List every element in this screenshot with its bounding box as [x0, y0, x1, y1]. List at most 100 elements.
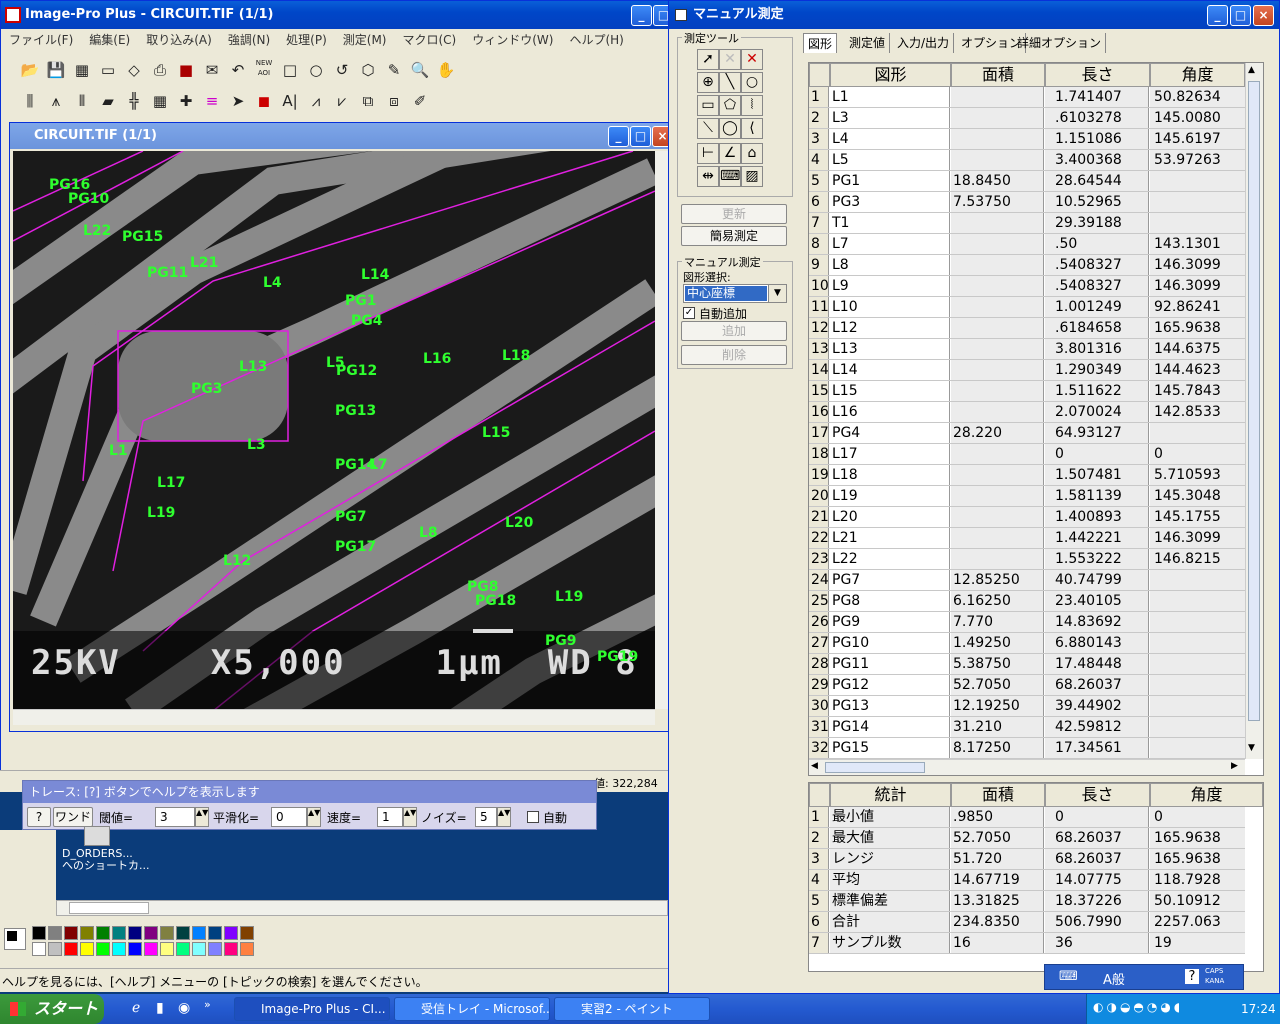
table-row[interactable]: 10 L9 .5408327 146.3099	[809, 276, 1245, 297]
start-button[interactable]: スタート	[0, 994, 104, 1024]
bitmap-icon[interactable]: ⫴	[70, 89, 94, 113]
label-pg19[interactable]: PG19	[597, 649, 638, 665]
label-l7[interactable]: L7	[369, 457, 388, 473]
trace-title[interactable]: トレース: [?] ボタンでヘルプを表示します	[23, 781, 596, 803]
main-title-bar[interactable]: Image-Pro Plus - CIRCUIT.TIF (1/1)	[1, 1, 669, 29]
palette-swatch[interactable]	[32, 942, 46, 956]
macro-icon[interactable]: ⧈	[382, 89, 406, 113]
statistics-table[interactable]: 統計 面積 長さ 角度 1 最小値 .9850 0 0 2 最大値 52.7050 68.260…	[808, 782, 1264, 972]
table-row[interactable]: 20 L19 1.581139 145.3048	[809, 486, 1245, 507]
image-vscroll[interactable]	[655, 151, 668, 709]
tab-measurements[interactable]: 測定値	[845, 33, 891, 53]
table-row[interactable]: 30 PG13 12.19250 39.44902	[809, 696, 1245, 717]
current-colors[interactable]	[4, 928, 26, 950]
label-l21[interactable]: L21	[190, 255, 218, 271]
table-row[interactable]: 16 L16 2.070024 142.8533	[809, 402, 1245, 423]
label-pg15[interactable]: PG15	[122, 229, 163, 245]
copy-icon[interactable]: ⧉	[356, 89, 380, 113]
table-row[interactable]: 32 PG15 8.17250 17.34561	[809, 738, 1245, 759]
add-button[interactable]: 追加	[681, 321, 787, 341]
histogram-icon[interactable]: ⫼	[18, 89, 42, 113]
table-row[interactable]: 4 L5 3.400368 53.97263	[809, 150, 1245, 171]
diagonal-tool[interactable]: ⟍	[697, 118, 719, 139]
mail-icon[interactable]: ✉	[200, 58, 224, 82]
select-arrow-tool[interactable]: ➚	[697, 49, 719, 70]
hatch-tool[interactable]: ▨	[741, 166, 763, 187]
delete-x-tool[interactable]: ✕	[741, 49, 763, 70]
manual-maximize-button[interactable]: □	[1230, 5, 1251, 26]
menu-macro[interactable]: マクロ(C)	[394, 30, 464, 50]
auto-add-checkbox[interactable]: ✓	[683, 307, 695, 319]
rectangle-icon[interactable]: □	[278, 58, 302, 82]
table-row[interactable]: 21 L20 1.400893 145.1755	[809, 507, 1245, 528]
table-row[interactable]: 23 L22 1.553222 146.8215	[809, 549, 1245, 570]
palette-swatch[interactable]	[208, 942, 222, 956]
palette-swatch[interactable]	[192, 926, 206, 940]
table-row[interactable]: 19 L18 1.507481 5.710593	[809, 465, 1245, 486]
book-icon[interactable]: ■	[174, 58, 198, 82]
stats-row[interactable]: 1 最小値 .9850 0 0	[809, 807, 1245, 828]
print-icon[interactable]: ⎙	[148, 58, 172, 82]
noise-spin-icon[interactable]: ▲▼	[497, 807, 511, 827]
label-pg1[interactable]: PG1	[345, 293, 377, 309]
menu-enhance[interactable]: 強調(N)	[220, 30, 278, 50]
label-pg12[interactable]: PG12	[336, 363, 377, 379]
palette-swatch[interactable]	[96, 926, 110, 940]
zoom-icon[interactable]: 🔍	[408, 58, 432, 82]
save-icon[interactable]: 💾	[44, 58, 68, 82]
simple-measure-button[interactable]: 簡易測定	[681, 226, 787, 246]
label-l19b[interactable]: L19	[555, 589, 583, 605]
label-pg7[interactable]: PG7	[335, 509, 367, 525]
image-title-bar[interactable]: CIRCUIT.TIF (1/1)	[10, 123, 670, 149]
trace-wand-button[interactable]: ワンド	[53, 807, 93, 827]
label-l3[interactable]: L3	[247, 437, 266, 453]
label-l4[interactable]: L4	[263, 275, 282, 291]
table-vscroll[interactable]: ▲ ▼	[1245, 63, 1263, 759]
palette-swatch[interactable]	[96, 942, 110, 956]
table-row[interactable]: 29 PG12 52.7050 68.26037	[809, 675, 1245, 696]
keyboard-icon[interactable]: ⌨	[1059, 969, 1078, 984]
graph-icon[interactable]: ⩗	[330, 89, 354, 113]
menu-measure[interactable]: 測定(M)	[335, 30, 395, 50]
pen-icon[interactable]: ✎	[382, 58, 406, 82]
palette-swatch[interactable]	[64, 942, 78, 956]
palette-swatch[interactable]	[192, 942, 206, 956]
stats-header-area[interactable]: 面積	[951, 783, 1045, 807]
palette-swatch[interactable]	[144, 942, 158, 956]
label-l1[interactable]: L1	[109, 443, 128, 459]
manual-close-button[interactable]: ×	[1253, 5, 1274, 26]
ie-icon[interactable]: ℯ	[132, 1000, 140, 1016]
undo-icon[interactable]: ↶	[226, 58, 250, 82]
open-icon[interactable]: 📂	[18, 58, 42, 82]
new-aoi-button[interactable]: NEW AOI	[252, 57, 276, 81]
header-shape[interactable]: 図形	[830, 63, 951, 87]
scroll-thumb[interactable]	[1248, 81, 1260, 721]
update-button[interactable]: 更新	[681, 204, 787, 224]
paint-hscroll[interactable]	[56, 900, 668, 916]
palette-swatch[interactable]	[160, 926, 174, 940]
explorer-icon[interactable]: ◉	[178, 1000, 190, 1016]
measurement-table[interactable]: 図形 面積 長さ 角度 1 L1 1.741407 50.82634 2 L3 .61032…	[808, 62, 1264, 776]
hscroll-left-icon[interactable]: ◀	[811, 761, 818, 771]
stats-header-name[interactable]: 統計	[830, 783, 951, 807]
label-pg13[interactable]: PG13	[335, 403, 376, 419]
label-l14[interactable]: L14	[361, 267, 389, 283]
label-l12[interactable]: L12	[223, 553, 251, 569]
scroll-up-icon[interactable]: ▲	[1248, 65, 1255, 75]
grid-icon[interactable]: ▦	[70, 58, 94, 82]
point-tool[interactable]: ⊕	[697, 72, 719, 93]
table-row[interactable]: 27 PG10 1.49250 6.880143	[809, 633, 1245, 654]
text-tool[interactable]: ⌨	[719, 166, 741, 187]
menu-acquire[interactable]: 取り込み(A)	[138, 30, 220, 50]
crosshair-icon[interactable]: ╬	[122, 89, 146, 113]
calibrate-icon[interactable]: ✚	[174, 89, 198, 113]
circle-tool[interactable]: ○	[741, 72, 763, 93]
table-row[interactable]: 13 L13 3.801316 144.6375	[809, 339, 1245, 360]
table-row[interactable]: 5 PG1 18.8450 28.64544	[809, 171, 1245, 192]
minimize-button[interactable]: _	[631, 5, 652, 26]
header-angle[interactable]: 角度	[1150, 63, 1245, 87]
table-row[interactable]: 12 L12 .6184658 165.9638	[809, 318, 1245, 339]
manual-title-bar[interactable]: マニュアル測定	[669, 1, 1279, 29]
script-icon[interactable]: ✐	[408, 89, 432, 113]
header-length[interactable]: 長さ	[1045, 63, 1150, 87]
